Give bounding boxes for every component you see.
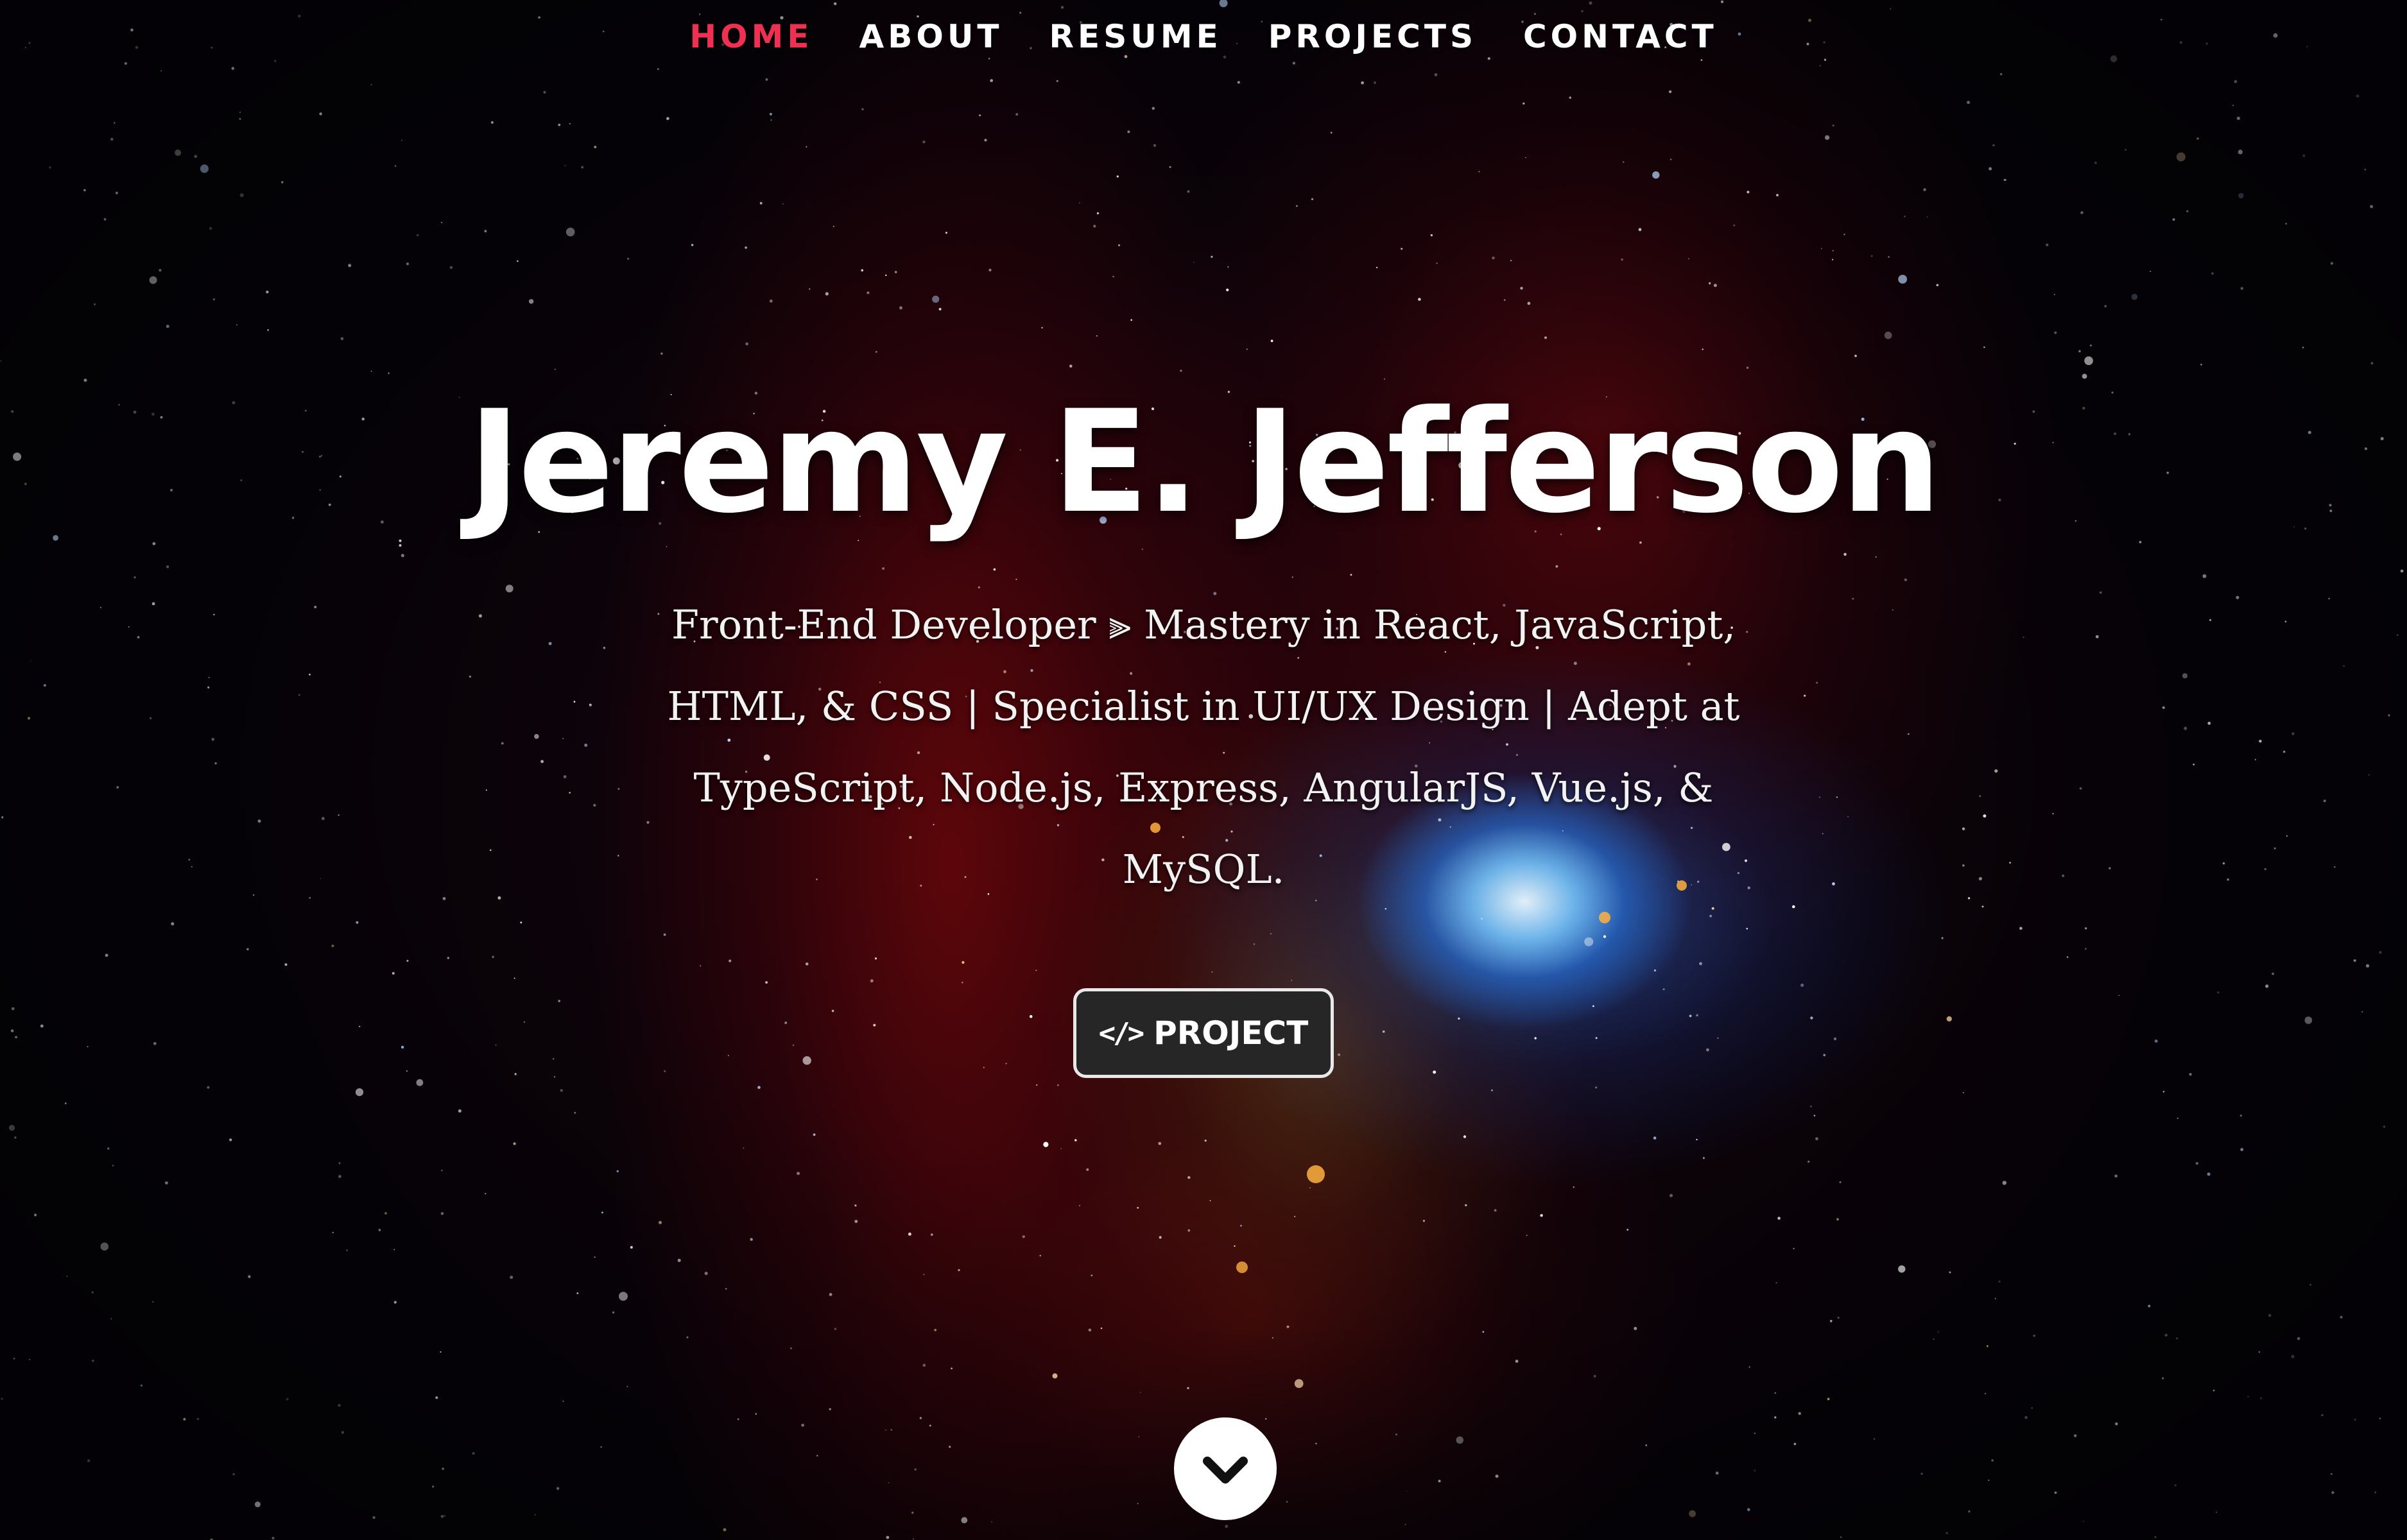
nav-item-resume[interactable]: RESUME xyxy=(1049,18,1222,55)
nav-item-home[interactable]: HOME xyxy=(689,18,813,55)
scroll-down-button[interactable] xyxy=(1174,1417,1277,1520)
project-button[interactable]: </> PROJECT xyxy=(1073,988,1334,1078)
project-button-label: PROJECT xyxy=(1153,1014,1309,1052)
top-navigation: HOME ABOUT RESUME PROJECTS CONTACT xyxy=(0,18,2407,55)
nav-item-projects[interactable]: PROJECTS xyxy=(1268,18,1477,55)
nav-item-contact[interactable]: CONTACT xyxy=(1523,18,1718,55)
hero-tagline: Front-End Developer ⫸ Mastery in React, … xyxy=(667,601,1740,893)
nav-item-about[interactable]: ABOUT xyxy=(859,18,1003,55)
code-icon: </> xyxy=(1098,1016,1145,1050)
chevron-down-icon xyxy=(1203,1457,1248,1484)
hero-name-heading: Jeremy E. Jefferson xyxy=(468,380,1941,544)
